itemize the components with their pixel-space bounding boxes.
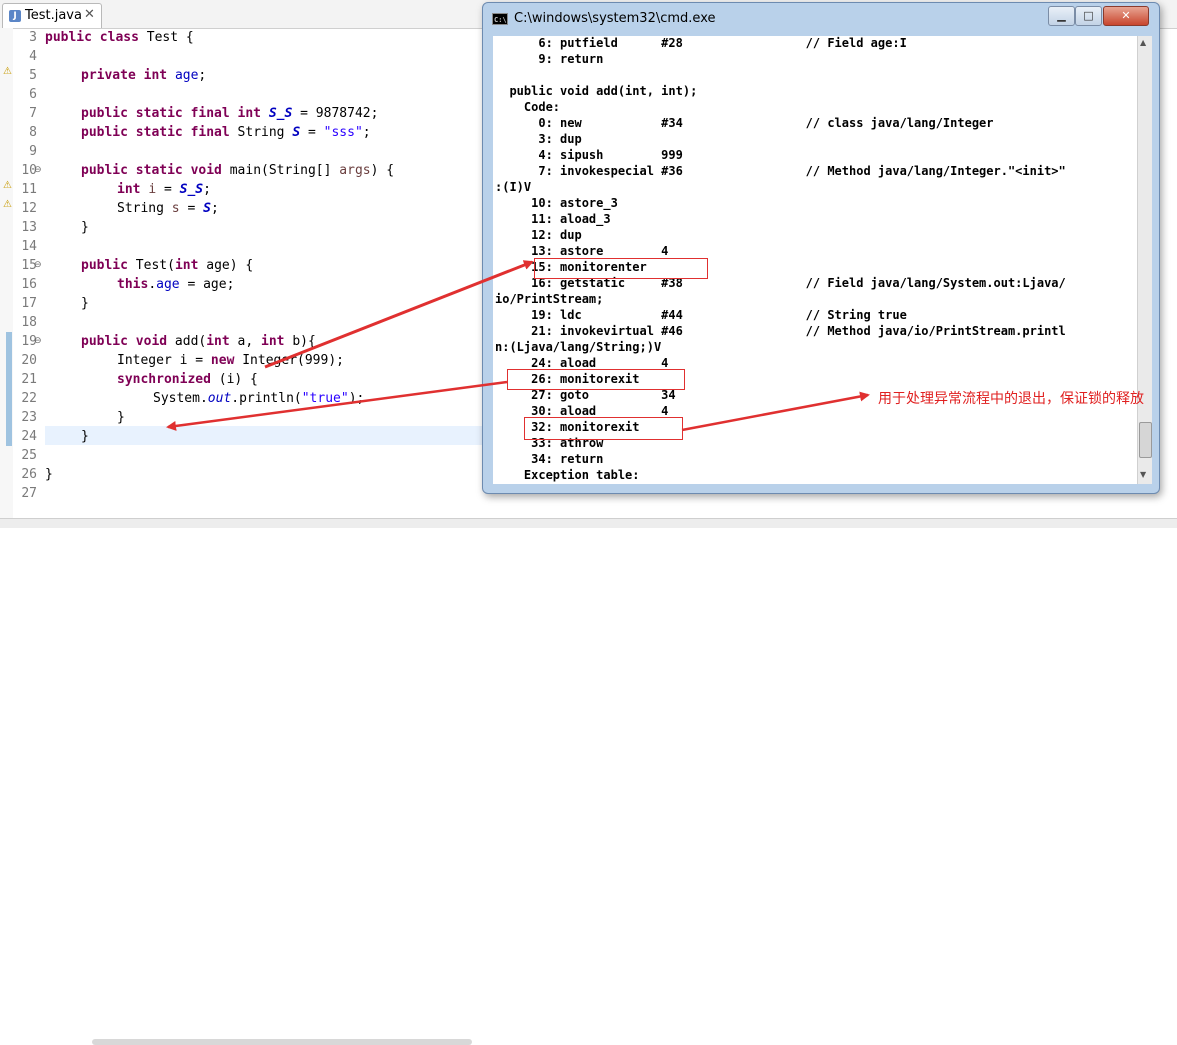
arrow-to-note: [681, 391, 870, 432]
arrow-monitorexit-to-brace: [166, 380, 508, 431]
annotation-arrows: [166, 260, 870, 432]
arrow-to-monitorenter: [264, 260, 534, 369]
annotation-note: 用于处理异常流程中的退出，保证锁的释放: [878, 391, 1144, 407]
horizontal-scrollbar[interactable]: [92, 1039, 472, 1045]
